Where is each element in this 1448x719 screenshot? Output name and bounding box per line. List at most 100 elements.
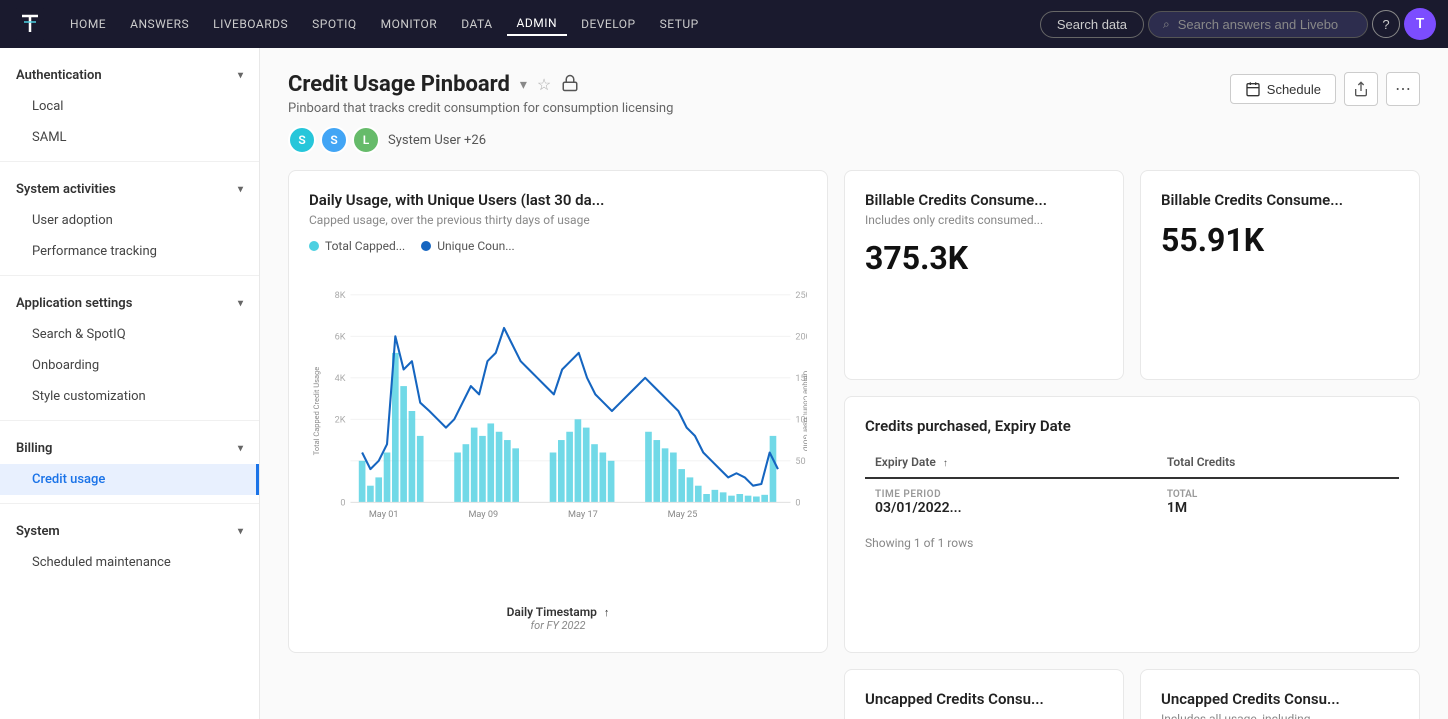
global-search: ⌕ bbox=[1148, 11, 1368, 38]
svg-text:0: 0 bbox=[795, 499, 800, 509]
svg-text:6K: 6K bbox=[335, 333, 346, 343]
total-credits-cell: TOTAL 1M bbox=[1157, 478, 1399, 526]
search-input[interactable] bbox=[1178, 17, 1338, 32]
chart-subtitle: Capped usage, over the previous thirty d… bbox=[309, 213, 807, 227]
sidebar-section-system-activities[interactable]: System activities ▾ bbox=[0, 170, 259, 205]
daily-usage-chart-card: Daily Usage, with Unique Users (last 30 … bbox=[288, 170, 828, 653]
sidebar-section-application-settings[interactable]: Application settings ▾ bbox=[0, 284, 259, 319]
billable-credits-card-2: Billable Credits Consume... 55.91K bbox=[1140, 170, 1420, 380]
credits-table: Expiry Date ↑ Total Credits TIME PERIOD bbox=[865, 447, 1399, 526]
sidebar-section-billing-label: Billing bbox=[16, 441, 52, 456]
sidebar-item-credit-usage[interactable]: Credit usage bbox=[0, 464, 259, 495]
svg-text:May 25: May 25 bbox=[668, 510, 698, 520]
svg-text:May 09: May 09 bbox=[468, 510, 498, 520]
nav-monitor[interactable]: MONITOR bbox=[371, 13, 448, 35]
legend-item-unique: Unique Coun... bbox=[421, 239, 515, 253]
credits-table-title: Credits purchased, Expiry Date bbox=[865, 417, 1399, 435]
svg-text:Total Capped Credit Usage: Total Capped Credit Usage bbox=[312, 367, 321, 455]
sidebar-section-authentication-label: Authentication bbox=[16, 68, 102, 83]
expiry-date-header[interactable]: Expiry Date ↑ bbox=[865, 447, 1157, 478]
nav-setup[interactable]: SETUP bbox=[650, 13, 709, 35]
billable-credits-card-1: Billable Credits Consume... Includes onl… bbox=[844, 170, 1124, 380]
sidebar-item-onboarding[interactable]: Onboarding bbox=[0, 350, 259, 381]
sidebar-item-local[interactable]: Local bbox=[0, 91, 259, 122]
more-options-button[interactable]: ⋯ bbox=[1386, 72, 1420, 106]
sidebar-item-search-spotiq[interactable]: Search & SpotIQ bbox=[0, 319, 259, 350]
sidebar-item-scheduled-maintenance[interactable]: Scheduled maintenance bbox=[0, 547, 259, 578]
users-label: System User +26 bbox=[388, 133, 486, 148]
user-avatar[interactable]: T bbox=[1404, 8, 1436, 40]
app-logo[interactable] bbox=[12, 6, 48, 42]
avatar-s2: S bbox=[320, 126, 348, 154]
nav-spotiq[interactable]: SPOTIQ bbox=[302, 13, 366, 35]
svg-text:4K: 4K bbox=[335, 374, 346, 384]
sort-icon: ↑ bbox=[604, 606, 610, 619]
sidebar-item-style-customization[interactable]: Style customization bbox=[0, 381, 259, 412]
share-icon bbox=[1353, 81, 1369, 97]
help-button[interactable]: ? bbox=[1372, 10, 1400, 38]
share-button[interactable] bbox=[1344, 72, 1378, 106]
pinboard-description: Pinboard that tracks credit consumption … bbox=[288, 101, 673, 116]
main-content: Credit Usage Pinboard ▾ ☆ Pinboard that … bbox=[260, 48, 1448, 719]
uncapped-credits-card-2: Uncapped Credits Consu... Includes all u… bbox=[1140, 669, 1420, 719]
billable-credits-title-1: Billable Credits Consume... bbox=[865, 191, 1103, 209]
sidebar-item-user-adoption[interactable]: User adoption bbox=[0, 205, 259, 236]
nav-admin[interactable]: ADMIN bbox=[507, 12, 568, 36]
uncapped-credits-title-2: Uncapped Credits Consu... bbox=[1161, 690, 1399, 708]
chevron-down-icon: ▾ bbox=[238, 70, 243, 81]
sidebar-section-system-activities-label: System activities bbox=[16, 182, 116, 197]
chart-legend: Total Capped... Unique Coun... bbox=[309, 239, 807, 253]
svg-text:0: 0 bbox=[340, 499, 345, 509]
sidebar-section-system[interactable]: System ▾ bbox=[0, 512, 259, 547]
billable-credits-title-2: Billable Credits Consume... bbox=[1161, 191, 1399, 209]
chart-title: Daily Usage, with Unique Users (last 30 … bbox=[309, 191, 807, 209]
svg-text:50: 50 bbox=[795, 457, 805, 467]
top-navigation: HOME ANSWERS LIVEBOARDS SPOTIQ MONITOR D… bbox=[0, 0, 1448, 48]
uncapped-credits-title-1: Uncapped Credits Consu... bbox=[865, 690, 1103, 708]
nav-develop[interactable]: DEVELOP bbox=[571, 13, 646, 35]
pinboard-header: Credit Usage Pinboard ▾ ☆ Pinboard that … bbox=[288, 72, 1420, 154]
lock-icon[interactable] bbox=[561, 74, 579, 96]
svg-text:May 17: May 17 bbox=[568, 510, 598, 520]
billable-credits-subtitle-1: Includes only credits consumed... bbox=[865, 213, 1103, 227]
billable-credits-value-2: 55.91K bbox=[1161, 221, 1399, 259]
nav-liveboards[interactable]: LIVEBOARDS bbox=[203, 13, 298, 35]
chevron-down-icon: ▾ bbox=[238, 184, 243, 195]
chart-svg: 8K 6K 4K 2K 0 250 200 150 100 50 0 Total bbox=[309, 261, 807, 561]
chevron-down-icon: ▾ bbox=[238, 298, 243, 309]
showing-rows-label: Showing 1 of 1 rows bbox=[865, 536, 1399, 550]
uncapped-credits-card-1: Uncapped Credits Consu... 134.5K bbox=[844, 669, 1124, 719]
table-row: TIME PERIOD 03/01/2022... TOTAL 1M bbox=[865, 478, 1399, 526]
legend-item-capped: Total Capped... bbox=[309, 239, 405, 253]
svg-text:May 01: May 01 bbox=[369, 510, 399, 520]
legend-dot-unique bbox=[421, 241, 431, 251]
billable-credits-value-1: 375.3K bbox=[865, 239, 1103, 277]
sidebar-item-performance-tracking[interactable]: Performance tracking bbox=[0, 236, 259, 267]
svg-text:2K: 2K bbox=[335, 416, 346, 426]
chevron-down-icon: ▾ bbox=[238, 526, 243, 537]
calendar-icon bbox=[1245, 81, 1261, 97]
sidebar-section-system-label: System bbox=[16, 524, 60, 539]
nav-data[interactable]: DATA bbox=[451, 13, 502, 35]
pinboard-title: Credit Usage Pinboard bbox=[288, 72, 510, 97]
chevron-down-icon: ▾ bbox=[238, 443, 243, 454]
title-dropdown-icon[interactable]: ▾ bbox=[520, 77, 527, 93]
sidebar-section-billing[interactable]: Billing ▾ bbox=[0, 429, 259, 464]
chart-area: 8K 6K 4K 2K 0 250 200 150 100 50 0 Total bbox=[309, 261, 807, 601]
sidebar-section-authentication[interactable]: Authentication ▾ bbox=[0, 56, 259, 91]
search-data-button[interactable]: Search data bbox=[1040, 11, 1144, 38]
svg-text:250: 250 bbox=[795, 291, 807, 301]
svg-text:8K: 8K bbox=[335, 291, 346, 301]
nav-home[interactable]: HOME bbox=[60, 13, 116, 35]
total-credits-header[interactable]: Total Credits bbox=[1157, 447, 1399, 478]
sidebar-section-application-settings-label: Application settings bbox=[16, 296, 132, 311]
sidebar-item-saml[interactable]: SAML bbox=[0, 122, 259, 153]
nav-answers[interactable]: ANSWERS bbox=[120, 13, 199, 35]
star-icon[interactable]: ☆ bbox=[537, 75, 551, 94]
content-grid: Daily Usage, with Unique Users (last 30 … bbox=[288, 170, 1420, 719]
svg-text:200: 200 bbox=[795, 333, 807, 343]
svg-text:Unique Count User GUID: Unique Count User GUID bbox=[802, 371, 807, 452]
avatar-l: L bbox=[352, 126, 380, 154]
schedule-button[interactable]: Schedule bbox=[1230, 74, 1336, 104]
chart-x-title: Daily Timestamp ↑ bbox=[309, 605, 807, 619]
